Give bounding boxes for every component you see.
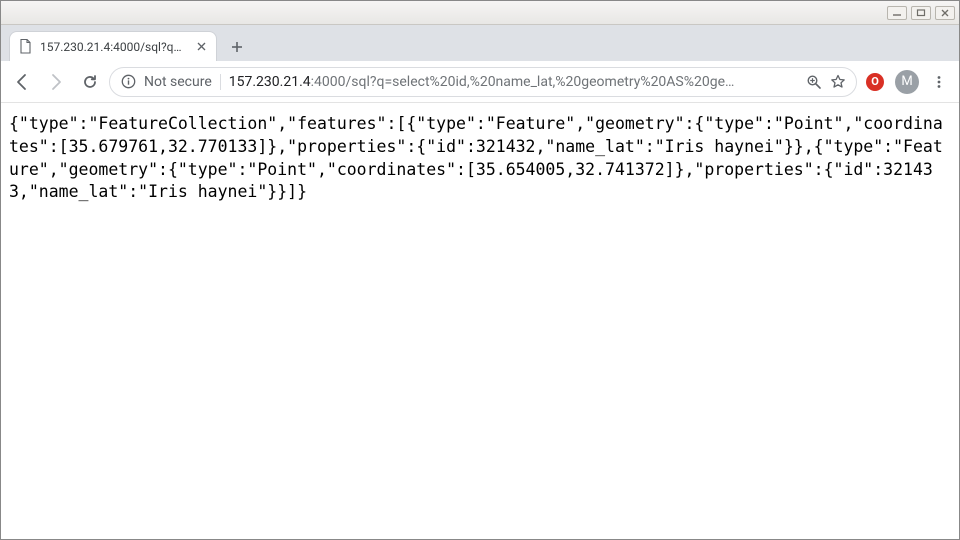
page-body-json[interactable]: {"type":"FeatureCollection","features":[…	[1, 103, 959, 214]
file-icon	[18, 40, 32, 54]
window-close-button[interactable]	[935, 6, 955, 20]
bookmark-star-icon[interactable]	[830, 74, 846, 90]
browser-toolbar: Not secure 157.230.21.4:4000/sql?q=selec…	[1, 61, 959, 103]
reload-button[interactable]	[75, 67, 105, 97]
url-path: :4000/sql?q=select%20id,%20name_lat,%20g…	[311, 74, 735, 90]
omnibox-separator	[220, 74, 221, 90]
address-bar[interactable]: Not secure 157.230.21.4:4000/sql?q=selec…	[109, 67, 857, 97]
url-text: 157.230.21.4:4000/sql?q=select%20id,%20n…	[229, 74, 798, 90]
extension-button[interactable]: O	[861, 68, 889, 96]
security-label: Not secure	[144, 74, 212, 90]
window-minimize-button[interactable]	[887, 6, 907, 20]
chrome-menu-button[interactable]	[925, 68, 953, 96]
zoom-icon[interactable]	[806, 74, 822, 90]
profile-button[interactable]: M	[893, 68, 921, 96]
extension-badge-icon: O	[866, 73, 884, 91]
window-maximize-button[interactable]	[911, 6, 931, 20]
avatar: M	[895, 70, 919, 94]
tab-strip: 157.230.21.4:4000/sql?q=s	[1, 25, 959, 61]
tab-close-button[interactable]	[194, 40, 208, 54]
url-host: 157.230.21.4	[229, 74, 311, 90]
info-icon[interactable]	[120, 74, 136, 90]
tab-title: 157.230.21.4:4000/sql?q=s	[40, 40, 186, 54]
window-titlebar	[1, 1, 959, 25]
back-button[interactable]	[7, 67, 37, 97]
new-tab-button[interactable]	[223, 33, 251, 61]
browser-tab-active[interactable]: 157.230.21.4:4000/sql?q=s	[9, 31, 217, 61]
forward-button[interactable]	[41, 67, 71, 97]
